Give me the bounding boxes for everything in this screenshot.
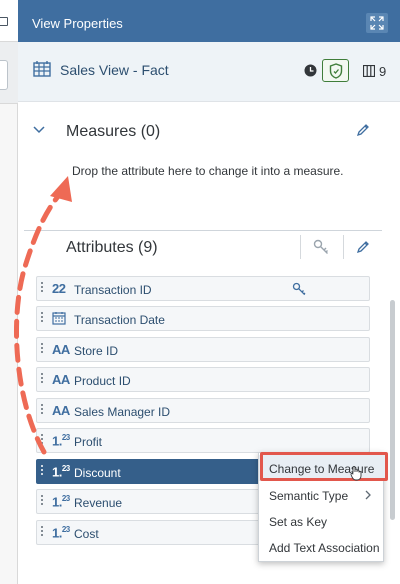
menu-item-change-to-measure[interactable]: Change to Measure — [259, 455, 385, 481]
menu-item-add-text-association[interactable]: Add Text Association — [259, 534, 385, 560]
list-item[interactable]: AA Product ID — [36, 367, 370, 392]
type-icon: AA — [52, 372, 70, 387]
attribute-label: Transaction Date — [74, 313, 165, 327]
list-item[interactable]: 22 Transaction ID — [36, 276, 370, 301]
measures-drop-hint: Drop the attribute here to change it int… — [72, 164, 344, 178]
toolbar-separator — [343, 235, 344, 259]
side-tab[interactable] — [0, 60, 8, 90]
attribute-label: Revenue — [74, 496, 123, 510]
view-properties-panel: View Properties Sales View - Fact 9 Meas… — [18, 0, 400, 584]
number-type-icon: 1.23 — [52, 494, 70, 510]
list-item[interactable]: 1.23 Profit — [36, 428, 370, 453]
list-item[interactable]: Transaction Date — [36, 306, 370, 331]
drag-handle-icon[interactable] — [41, 434, 44, 448]
key-icon[interactable] — [312, 238, 330, 256]
hand-cursor-icon — [350, 466, 362, 481]
drag-handle-icon[interactable] — [41, 465, 44, 479]
number-type-icon: 1.23 — [52, 525, 70, 541]
shield-icon — [329, 63, 343, 79]
chevron-down-icon[interactable] — [32, 125, 46, 135]
attribute-label: Cost — [74, 527, 99, 541]
table-view-icon — [33, 61, 51, 77]
context-menu: Change to Measure Semantic Type Set as K… — [258, 452, 385, 562]
type-icon: 22 — [52, 281, 66, 296]
view-title: Sales View - Fact — [60, 62, 169, 78]
menu-item-semantic-type[interactable]: Semantic Type — [259, 482, 385, 508]
list-item[interactable]: AA Store ID — [36, 337, 370, 362]
drag-handle-icon[interactable] — [41, 373, 44, 387]
left-side-strip — [0, 0, 18, 584]
drag-handle-icon[interactable] — [41, 526, 44, 540]
menu-item-set-as-key[interactable]: Set as Key — [259, 508, 385, 534]
attribute-label: Discount — [74, 466, 121, 480]
window-icon[interactable] — [0, 17, 8, 26]
attribute-label: Profit — [74, 435, 103, 449]
clock-icon[interactable] — [304, 64, 317, 77]
drag-handle-icon[interactable] — [41, 495, 44, 509]
number-type-icon: 1.23 — [52, 433, 70, 449]
drag-handle-icon[interactable] — [41, 282, 44, 296]
chevron-right-icon — [365, 490, 371, 500]
expand-icon — [370, 16, 384, 30]
column-count: 9 — [379, 64, 387, 79]
panel-header: View Properties — [18, 0, 400, 42]
pencil-icon[interactable] — [356, 123, 370, 137]
section-divider — [24, 230, 382, 231]
drag-handle-icon[interactable] — [41, 343, 44, 357]
toolbar-separator — [300, 235, 301, 259]
scrollbar[interactable] — [390, 300, 395, 520]
expand-button[interactable] — [366, 13, 388, 33]
calendar-icon — [52, 311, 66, 325]
panel-title: View Properties — [32, 16, 123, 31]
key-icon — [292, 282, 306, 296]
attributes-section-title: Attributes (9) — [66, 239, 158, 256]
list-item[interactable]: AA Sales Manager ID — [36, 398, 370, 423]
security-button[interactable] — [322, 59, 349, 82]
drag-handle-icon[interactable] — [41, 404, 44, 418]
pencil-icon[interactable] — [356, 240, 370, 254]
measures-section-title: Measures (0) — [66, 123, 161, 140]
attribute-label: Store ID — [74, 344, 119, 358]
type-icon: AA — [52, 342, 70, 357]
drag-handle-icon[interactable] — [41, 312, 44, 326]
type-icon: AA — [52, 403, 70, 418]
attribute-label: Sales Manager ID — [74, 405, 171, 419]
view-info-bar: Sales View - Fact 9 — [18, 42, 400, 102]
attribute-label: Product ID — [74, 374, 131, 388]
number-type-icon: 1.23 — [52, 464, 70, 480]
columns-icon — [363, 65, 375, 77]
attribute-label: Transaction ID — [74, 283, 152, 297]
